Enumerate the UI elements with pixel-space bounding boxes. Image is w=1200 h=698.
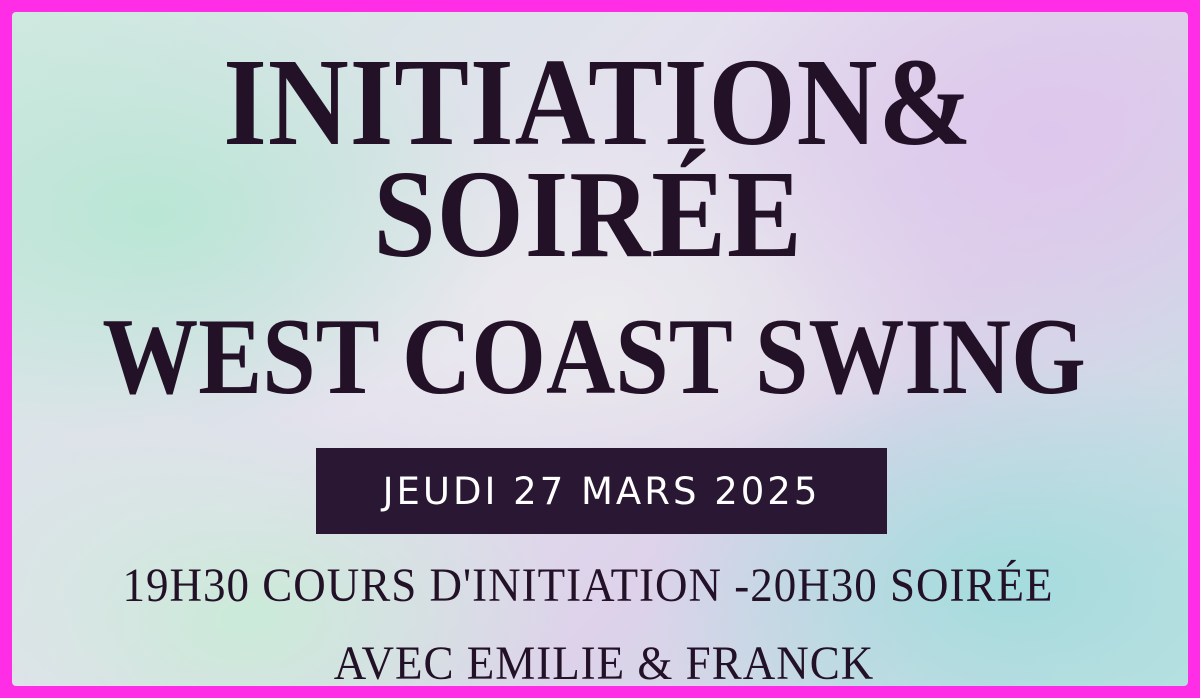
title-line-soiree: SOIRÉE bbox=[373, 145, 803, 285]
event-date: JEUDI 27 MARS 2025 bbox=[382, 469, 821, 513]
event-poster: INITIATION& SOIRÉE WEST COAST SWING JEUD… bbox=[12, 12, 1188, 686]
title-line-west-coast-swing: WEST COAST SWING bbox=[102, 295, 1086, 418]
event-schedule: 19H30 COURS D'INITIATION -20H30 SOIRÉE bbox=[122, 558, 1054, 612]
event-hosts: AVEC EMILIE & FRANCK bbox=[333, 636, 875, 686]
date-banner: JEUDI 27 MARS 2025 bbox=[316, 448, 887, 534]
